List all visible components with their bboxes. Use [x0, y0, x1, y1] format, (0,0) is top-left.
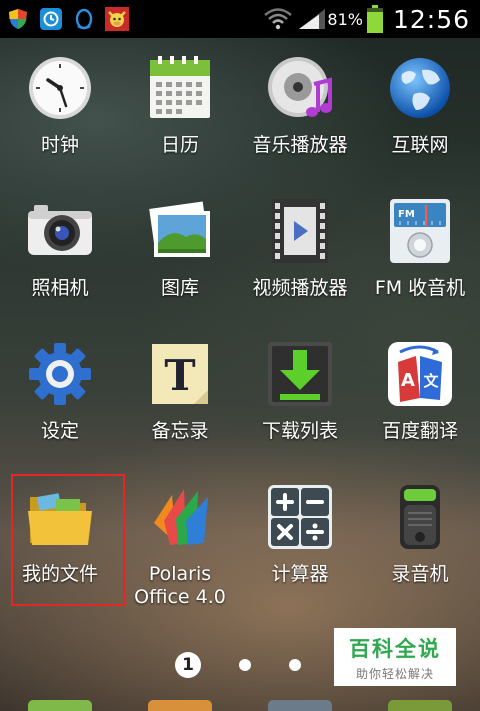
- page-dot-2[interactable]: [239, 659, 251, 671]
- app-calculator[interactable]: 计算器: [240, 471, 360, 614]
- qq-penguin-icon: [75, 8, 93, 30]
- app-calendar[interactable]: 日历: [120, 42, 240, 185]
- app-grid: 时钟 日历 音乐播放器 互联网 照相机 图库 视频播放器 FM FM 收音机 设…: [0, 42, 480, 614]
- page-dot-3[interactable]: [289, 659, 301, 671]
- system-status: 81% 12:56: [263, 5, 480, 34]
- app-label: 视频播放器: [252, 277, 348, 299]
- globe-icon: [390, 58, 450, 118]
- status-clock: 12:56: [392, 4, 470, 34]
- page-dot-current[interactable]: 1: [175, 652, 201, 678]
- calendar-icon: [150, 56, 210, 118]
- watermark-logo: 百科全说 助你轻松解决: [334, 628, 456, 686]
- app-label: FM 收音机: [374, 277, 466, 299]
- app-label: 照相机: [31, 277, 89, 299]
- cow-icon: [105, 7, 129, 31]
- app-label: 备忘录: [151, 420, 209, 442]
- video-player-icon: [272, 199, 328, 263]
- app-downloads[interactable]: 下载列表: [240, 328, 360, 471]
- status-bar: 81% 12:56: [0, 0, 480, 38]
- dock-app-3[interactable]: [268, 700, 332, 711]
- app-voice-recorder[interactable]: 录音机: [360, 471, 480, 614]
- dock-app-2[interactable]: [148, 700, 212, 711]
- app-video-player[interactable]: 视频播放器: [240, 185, 360, 328]
- app-baidu-translate[interactable]: A 文 百度翻译: [360, 328, 480, 471]
- app-label: 百度翻译: [381, 420, 458, 442]
- sync-icon: [40, 8, 62, 30]
- music-player-icon: [268, 57, 332, 117]
- app-label: 设定: [40, 420, 79, 442]
- download-icon: [268, 342, 332, 406]
- notification-area[interactable]: [0, 7, 129, 31]
- memo-icon: T: [152, 344, 208, 404]
- dock: [0, 700, 480, 711]
- voice-recorder-icon: [400, 485, 440, 549]
- polaris-office-icon: [154, 489, 208, 545]
- svg-text:文: 文: [423, 372, 439, 390]
- app-internet[interactable]: 互联网: [360, 42, 480, 185]
- wifi-icon: [264, 8, 293, 30]
- clock-icon: [29, 57, 91, 119]
- app-gallery[interactable]: 图库: [120, 185, 240, 328]
- folder-icon: [28, 493, 92, 545]
- app-label: 图库: [160, 277, 199, 299]
- app-music-player[interactable]: 音乐播放器: [240, 42, 360, 185]
- app-camera[interactable]: 照相机: [0, 185, 120, 328]
- app-label: 时钟: [40, 134, 79, 156]
- app-fm-radio[interactable]: FM FM 收音机: [360, 185, 480, 328]
- app-settings[interactable]: 设定: [0, 328, 120, 471]
- dock-app-4[interactable]: [388, 700, 452, 711]
- app-memo[interactable]: T 备忘录: [120, 328, 240, 471]
- svg-text:A: A: [401, 370, 415, 391]
- battery-icon: [366, 5, 383, 33]
- watermark-subtitle: 助你轻松解决: [355, 666, 434, 681]
- fm-radio-icon: FM: [390, 199, 450, 263]
- app-label: 互联网: [391, 134, 449, 156]
- app-polaris-office[interactable]: Polaris Office 4.0: [120, 471, 240, 614]
- battery-percent: 81%: [327, 9, 363, 29]
- signal-strength-icon: [299, 9, 326, 29]
- settings-gear-icon: [29, 343, 91, 405]
- app-label: Polaris Office 4.0: [134, 563, 226, 608]
- calculator-icon: [268, 485, 332, 549]
- translate-icon: A 文: [388, 342, 452, 406]
- camera-icon: [28, 205, 92, 255]
- app-label: 我的文件: [21, 563, 98, 585]
- dock-app-1[interactable]: [28, 700, 92, 711]
- app-my-files[interactable]: 我的文件: [0, 471, 125, 614]
- app-clock[interactable]: 时钟: [0, 42, 120, 185]
- app-label: 日历: [160, 134, 199, 156]
- app-label: 计算器: [271, 563, 329, 585]
- app-label: 下载列表: [261, 420, 338, 442]
- svg-text:FM: FM: [398, 209, 415, 220]
- app-label: 音乐播放器: [252, 134, 348, 156]
- svg-text:T: T: [164, 351, 195, 400]
- gallery-icon: [149, 201, 210, 257]
- app-label: 录音机: [391, 563, 449, 585]
- watermark-title: 百科全说: [349, 636, 441, 661]
- shield-icon: [9, 9, 27, 29]
